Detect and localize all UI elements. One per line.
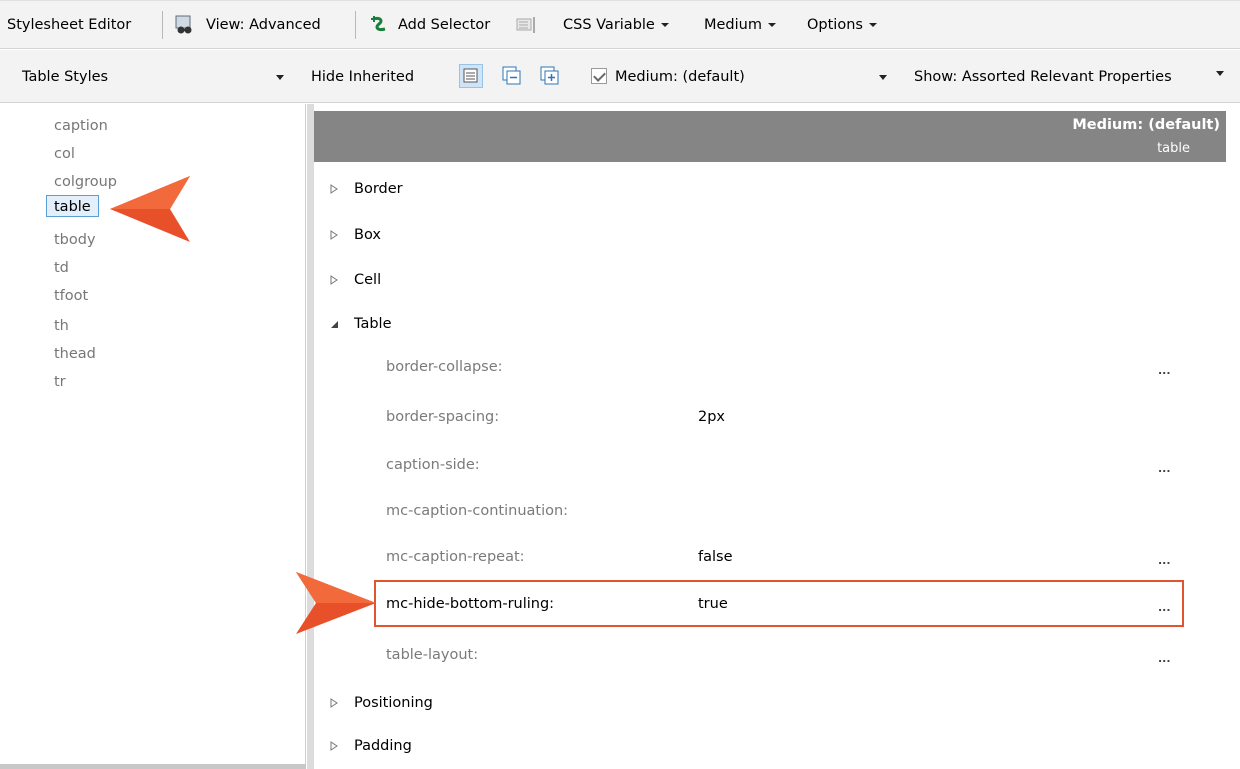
css-variable-menu[interactable]: CSS Variable	[563, 14, 669, 36]
collapse-arrow-icon	[331, 321, 338, 328]
options-menu[interactable]: Options	[807, 14, 877, 36]
selector-item[interactable]: tbody	[54, 229, 96, 251]
properties-icon[interactable]	[516, 15, 536, 35]
expand-arrow-icon	[330, 275, 338, 285]
property-menu-button[interactable]: ...	[1158, 597, 1171, 619]
add-selector-button[interactable]: Add Selector	[398, 14, 490, 36]
property-menu-button[interactable]: ...	[1158, 360, 1171, 382]
property-name: border-collapse:	[386, 359, 503, 375]
view-mode-icon[interactable]	[173, 14, 193, 34]
medium-menu[interactable]: Medium	[704, 14, 776, 36]
collapse-all-icon[interactable]	[502, 66, 522, 86]
hide-inherited-button[interactable]: Hide Inherited	[311, 66, 414, 88]
properties-pane: Medium: (default) table Border Box Cell …	[314, 104, 1240, 769]
callout-arrow-icon	[296, 572, 376, 634]
selector-item[interactable]: caption	[54, 115, 108, 137]
property-name: table-layout:	[386, 647, 479, 663]
property-menu-button[interactable]: ...	[1158, 550, 1171, 572]
expand-arrow-icon	[330, 741, 338, 751]
selector-item[interactable]: th	[54, 315, 69, 337]
selector-column-subtitle: table	[1157, 141, 1190, 156]
add-selector-icon[interactable]	[369, 15, 389, 35]
property-name: mc-caption-continuation:	[386, 503, 569, 519]
expand-arrow-icon	[330, 184, 338, 194]
property-name-highlighted: mc-hide-bottom-ruling:	[386, 596, 555, 612]
selector-item[interactable]: td	[54, 257, 69, 279]
toolbar-separator	[355, 11, 356, 39]
selector-item-selected[interactable]: table	[46, 195, 99, 217]
callout-arrow-icon	[110, 176, 190, 242]
medium-column-title: Medium: (default)	[1072, 117, 1220, 133]
stylesheet-editor-title: Stylesheet Editor	[7, 17, 132, 33]
show-properties-dropdown[interactable]: Show: Assorted Relevant Properties	[914, 66, 1172, 88]
property-value-highlighted[interactable]: true	[698, 593, 728, 615]
properties-header: Medium: (default) table	[314, 111, 1226, 162]
expand-all-icon[interactable]	[540, 66, 560, 86]
medium-filter-label: Medium: (default)	[615, 69, 745, 85]
pane-splitter[interactable]	[307, 104, 314, 769]
secondary-toolbar: Table Styles Hide Inherited Medium: (def…	[0, 50, 1240, 103]
expand-arrow-icon	[330, 698, 338, 708]
property-menu-button[interactable]: ...	[1158, 458, 1171, 480]
chevron-down-icon[interactable]	[276, 75, 284, 80]
property-name: border-spacing:	[386, 409, 500, 425]
chevron-down-icon[interactable]	[1216, 71, 1224, 76]
toolbar-separator	[162, 11, 163, 39]
horizontal-scrollbar[interactable]	[0, 764, 306, 769]
selector-item[interactable]: tfoot	[54, 285, 88, 307]
property-menu-button[interactable]: ...	[1158, 648, 1171, 670]
selector-item[interactable]: tr	[54, 371, 66, 393]
medium-filter-checkbox[interactable]	[591, 68, 607, 84]
selector-item[interactable]: thead	[54, 343, 96, 365]
property-value[interactable]: 2px	[698, 406, 725, 428]
table-styles-dropdown[interactable]: Table Styles	[22, 66, 108, 88]
property-value[interactable]: false	[698, 546, 733, 568]
view-advanced-button[interactable]: View: Advanced	[206, 14, 321, 36]
expand-arrow-icon	[330, 230, 338, 240]
property-name: caption-side:	[386, 457, 480, 473]
selector-item[interactable]: col	[54, 143, 75, 165]
main-toolbar: Stylesheet Editor View: Advanced Add Sel…	[0, 0, 1240, 49]
chevron-down-icon[interactable]	[879, 75, 887, 80]
show-list-icon[interactable]	[459, 64, 483, 88]
property-name: mc-caption-repeat:	[386, 549, 525, 565]
